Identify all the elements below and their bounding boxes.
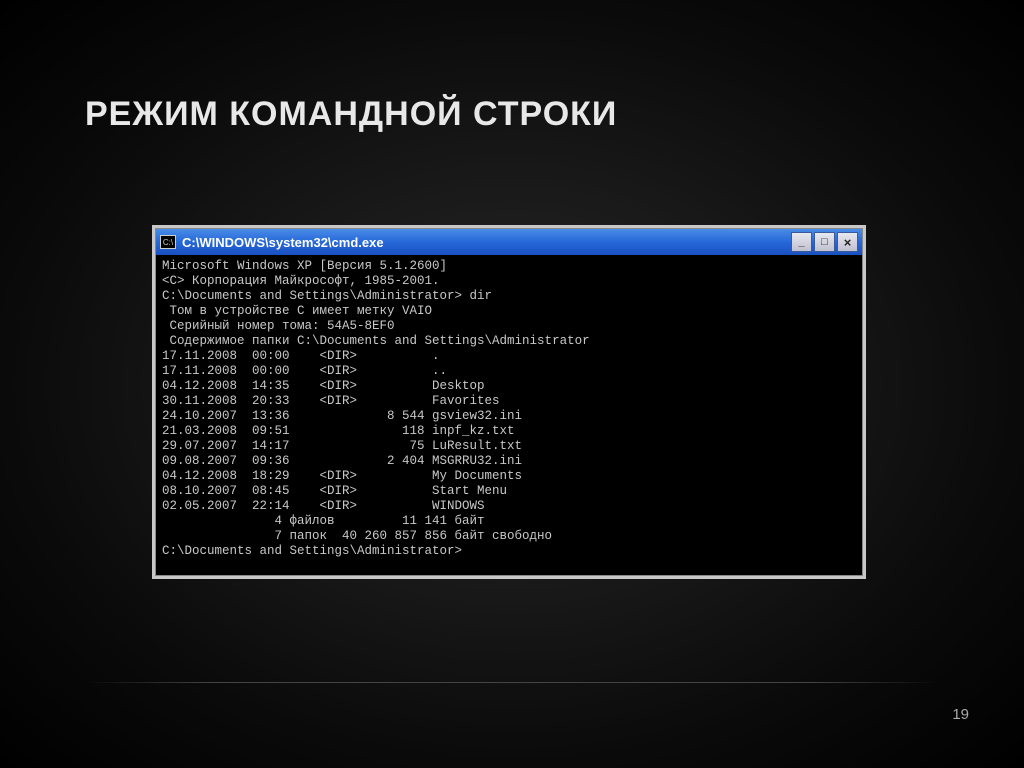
terminal-line: 17.11.2008 00:00 <DIR> ..	[162, 364, 856, 379]
terminal-line: 4 файлов 11 141 байт	[162, 514, 856, 529]
minimize-button[interactable]: _	[791, 232, 812, 252]
terminal-line: 17.11.2008 00:00 <DIR> .	[162, 349, 856, 364]
terminal-line: 7 папок 40 260 857 856 байт свободно	[162, 529, 856, 544]
terminal-line: 02.05.2007 22:14 <DIR> WINDOWS	[162, 499, 856, 514]
maximize-button[interactable]: □	[814, 232, 835, 252]
terminal-line: 21.03.2008 09:51 118 inpf_kz.txt	[162, 424, 856, 439]
terminal-line: Microsoft Windows XP [Версия 5.1.2600]	[162, 259, 856, 274]
page-number: 19	[952, 706, 969, 723]
terminal-line: Серийный номер тома: 54A5-8EF0	[162, 319, 856, 334]
cmd-window: C:\ C:\WINDOWS\system32\cmd.exe _ □ × Mi…	[155, 228, 863, 576]
terminal-line: 04.12.2008 18:29 <DIR> My Documents	[162, 469, 856, 484]
terminal-line: C:\Documents and Settings\Administrator>…	[162, 289, 856, 304]
terminal-line: 30.11.2008 20:33 <DIR> Favorites	[162, 394, 856, 409]
window-controls: _ □ ×	[791, 232, 858, 252]
terminal-line: 08.10.2007 08:45 <DIR> Start Menu	[162, 484, 856, 499]
cmd-icon: C:\	[160, 235, 176, 249]
terminal-line: 29.07.2007 14:17 75 LuResult.txt	[162, 439, 856, 454]
terminal-line: <C> Корпорация Майкрософт, 1985-2001.	[162, 274, 856, 289]
window-title: C:\WINDOWS\system32\cmd.exe	[182, 235, 791, 250]
terminal-line: C:\Documents and Settings\Administrator>	[162, 544, 856, 559]
close-button[interactable]: ×	[837, 232, 858, 252]
terminal-line: 24.10.2007 13:36 8 544 gsview32.ini	[162, 409, 856, 424]
terminal-line: Том в устройстве C имеет метку VAIO	[162, 304, 856, 319]
terminal-line: 04.12.2008 14:35 <DIR> Desktop	[162, 379, 856, 394]
terminal-line: Содержимое папки C:\Documents and Settin…	[162, 334, 856, 349]
slide-title: РЕЖИМ КОМАНДНОЙ СТРОКИ	[85, 95, 617, 134]
terminal-line: 09.08.2007 09:36 2 404 MSGRRU32.ini	[162, 454, 856, 469]
terminal-output[interactable]: Microsoft Windows XP [Версия 5.1.2600]<C…	[156, 255, 862, 575]
slide-divider	[85, 682, 939, 683]
window-titlebar[interactable]: C:\ C:\WINDOWS\system32\cmd.exe _ □ ×	[156, 229, 862, 255]
